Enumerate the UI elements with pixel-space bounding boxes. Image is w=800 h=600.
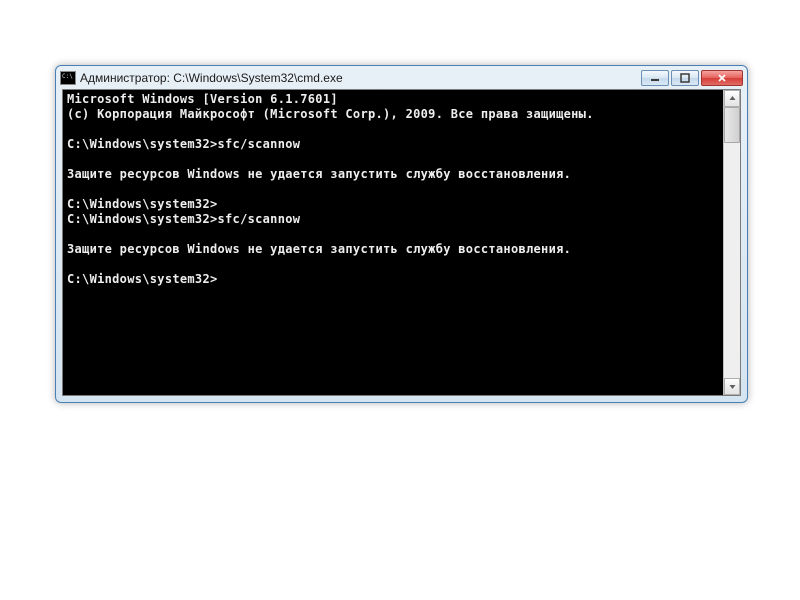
cmd-icon [60, 71, 76, 85]
console-output[interactable]: Microsoft Windows [Version 6.1.7601] (c)… [63, 90, 723, 395]
window-title: Администратор: C:\Windows\System32\cmd.e… [80, 71, 641, 85]
maximize-icon [680, 73, 690, 83]
minimize-button[interactable] [641, 70, 669, 86]
vertical-scrollbar[interactable] [723, 90, 740, 395]
chevron-up-icon [729, 95, 736, 102]
chevron-down-icon [729, 383, 736, 390]
close-button[interactable] [701, 70, 743, 86]
scroll-track[interactable] [724, 107, 740, 378]
window-controls [641, 70, 743, 86]
scroll-down-button[interactable] [724, 378, 740, 395]
scroll-up-button[interactable] [724, 90, 740, 107]
minimize-icon [650, 73, 660, 83]
scroll-thumb[interactable] [724, 107, 740, 143]
cmd-window: Администратор: C:\Windows\System32\cmd.e… [55, 65, 748, 403]
maximize-button[interactable] [671, 70, 699, 86]
close-icon [717, 73, 727, 83]
titlebar[interactable]: Администратор: C:\Windows\System32\cmd.e… [56, 66, 747, 89]
console-body: Microsoft Windows [Version 6.1.7601] (c)… [62, 89, 741, 396]
